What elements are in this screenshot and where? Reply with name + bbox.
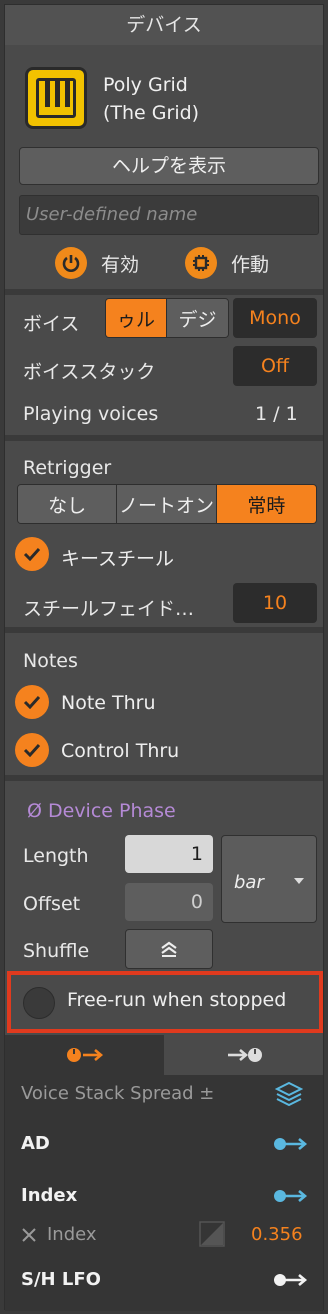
active-label: 作動 — [231, 253, 270, 276]
active-toggle[interactable]: 作動 — [185, 245, 269, 281]
key-steal-label: キースチール — [61, 548, 175, 570]
knob-arrow-right-icon — [66, 1048, 103, 1062]
tab-modulator-outputs[interactable] — [5, 1035, 164, 1075]
length-label: Length — [23, 845, 89, 867]
device-inspector-panel: デバイス Poly Grid (The Grid) ヘルプを表示 User-de… — [4, 4, 324, 1311]
device-name-line2: (The Grid) — [103, 102, 200, 124]
length-input[interactable]: 1 — [125, 835, 213, 873]
index-sub-label: Index — [47, 1224, 97, 1245]
tab-modulator-inputs[interactable] — [164, 1035, 323, 1075]
free-run-radio[interactable] — [23, 987, 55, 1019]
enabled-toggle[interactable]: 有効 — [55, 245, 139, 281]
checkmark-icon — [23, 743, 41, 757]
checkmark-icon — [23, 695, 41, 709]
offset-label: Offset — [23, 893, 81, 915]
shuffle-label: Shuffle — [23, 940, 90, 962]
device-name-line1: Poly Grid — [103, 74, 188, 96]
piano-keys-icon — [25, 67, 87, 129]
steal-fade-value[interactable]: 10 — [233, 583, 317, 623]
retrigger-option-note-on[interactable]: ノートオン — [117, 485, 217, 523]
shuffle-icon — [161, 941, 177, 957]
voice-stack-label: ボイススタック — [23, 361, 156, 383]
chevron-down-icon — [294, 878, 304, 884]
note-thru-label: Note Thru — [61, 692, 156, 714]
notes-label: Notes — [23, 650, 78, 672]
free-run-when-stopped-toggle[interactable]: Free-run when stopped — [7, 971, 323, 1033]
free-run-label: Free-run when stopped — [67, 989, 287, 1011]
index-modulator-label: Index — [21, 1185, 78, 1206]
voice-stack-spread-label: Voice Stack Spread ± — [21, 1083, 215, 1104]
phase-unit-value: bar — [234, 872, 264, 893]
divider — [5, 289, 323, 295]
retrigger-option-always[interactable]: 常時 — [216, 485, 316, 523]
modulation-arrow-icon[interactable] — [273, 1135, 309, 1153]
modulation-arrow-icon[interactable] — [273, 1271, 309, 1289]
voice-mono-value[interactable]: Mono — [233, 298, 317, 338]
steal-fade-label: スチールフェイド… — [23, 598, 195, 620]
panel-header: デバイス — [5, 5, 323, 45]
note-thru-checkbox[interactable] — [15, 685, 49, 719]
show-help-button[interactable]: ヘルプを表示 — [19, 147, 319, 185]
layers-icon[interactable] — [275, 1081, 303, 1107]
arrow-right-knob-icon — [227, 1048, 262, 1062]
user-defined-name-field[interactable]: User-defined name — [19, 195, 319, 235]
curve-shape-icon[interactable] — [199, 1221, 225, 1247]
offset-input[interactable]: 0 — [125, 883, 213, 921]
ad-modulator-label: AD — [21, 1133, 50, 1154]
divider — [5, 627, 323, 633]
control-thru-label: Control Thru — [61, 740, 180, 762]
playing-voices-value: 1 / 1 — [255, 403, 298, 425]
enabled-label: 有効 — [101, 253, 140, 276]
voice-mode-digital-option[interactable]: デジ — [167, 299, 228, 337]
retrigger-selector: なし ノートオン 常時 — [17, 484, 317, 524]
voice-mode-selector: ゥル デジ — [105, 298, 229, 338]
shuffle-button[interactable] — [125, 929, 213, 969]
divider — [5, 775, 323, 781]
chip-icon — [185, 247, 217, 279]
phase-unit-dropdown[interactable]: bar — [221, 835, 317, 923]
index-mod-amount[interactable]: 0.356 — [251, 1224, 303, 1245]
voices-label: ボイス — [23, 313, 80, 335]
sh-lfo-modulator-label: S/H LFO — [21, 1269, 101, 1290]
modulation-arrow-icon[interactable] — [273, 1187, 309, 1205]
key-steal-checkbox[interactable] — [15, 537, 49, 571]
device-name: Poly Grid (The Grid) — [103, 71, 199, 127]
divider — [5, 435, 323, 441]
voice-stack-value[interactable]: Off — [233, 346, 317, 386]
checkmark-icon — [23, 547, 41, 561]
retrigger-option-none[interactable]: なし — [18, 485, 118, 523]
retrigger-label: Retrigger — [23, 457, 112, 479]
control-thru-checkbox[interactable] — [15, 733, 49, 767]
device-phase-title: Ø Device Phase — [27, 800, 176, 822]
close-icon[interactable] — [21, 1227, 37, 1243]
power-icon — [55, 247, 87, 279]
playing-voices-label: Playing voices — [23, 403, 159, 425]
modulator-tabs — [5, 1035, 323, 1075]
voice-mode-true-option[interactable]: ゥル — [106, 299, 168, 337]
modulation-list: Voice Stack Spread ± AD Index Index 0.35… — [5, 1075, 323, 1311]
